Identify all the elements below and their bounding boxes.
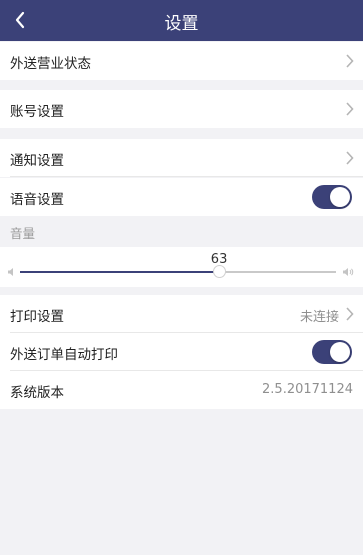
volume-caption: 音量 bbox=[10, 226, 36, 241]
toggle-knob bbox=[330, 187, 350, 207]
delivery-status-row[interactable]: 外送营业状态 bbox=[0, 42, 363, 80]
row-divider bbox=[10, 176, 363, 177]
auto-print-row: 外送订单自动打印 bbox=[0, 333, 363, 371]
system-version-value: 2.5.20171124 bbox=[262, 382, 353, 397]
volume-slider[interactable] bbox=[20, 265, 336, 278]
chevron-right-icon bbox=[346, 54, 354, 68]
auto-print-toggle[interactable] bbox=[312, 340, 352, 364]
print-settings-row[interactable]: 打印设置 未连接 bbox=[0, 295, 363, 333]
account-settings-row[interactable]: 账号设置 bbox=[0, 90, 363, 128]
volume-slider-fill bbox=[20, 271, 220, 273]
chevron-right-icon bbox=[346, 102, 354, 116]
volume-slider-block: 63 bbox=[0, 247, 363, 287]
print-settings-label: 打印设置 bbox=[10, 309, 64, 325]
volume-low-icon bbox=[8, 268, 13, 276]
system-version-row: 系统版本 2.5.20171124 bbox=[0, 371, 363, 409]
voice-toggle[interactable] bbox=[312, 185, 352, 209]
system-version-label: 系统版本 bbox=[10, 385, 64, 401]
print-status-value: 未连接 bbox=[299, 310, 339, 325]
account-settings-label: 账号设置 bbox=[10, 104, 64, 120]
notification-settings-row[interactable]: 通知设置 bbox=[0, 139, 363, 177]
volume-high-icon bbox=[343, 268, 354, 276]
toggle-knob bbox=[330, 342, 350, 362]
volume-slider-thumb[interactable] bbox=[213, 265, 227, 278]
delivery-status-label: 外送营业状态 bbox=[10, 56, 91, 72]
voice-settings-label: 语音设置 bbox=[10, 192, 64, 208]
voice-settings-row: 语音设置 bbox=[0, 178, 363, 216]
chevron-right-icon bbox=[346, 307, 354, 321]
chevron-right-icon bbox=[346, 151, 354, 165]
page-title: 设置 bbox=[164, 14, 199, 34]
nav-header: 设置 bbox=[0, 0, 363, 41]
notification-settings-label: 通知设置 bbox=[10, 153, 64, 169]
auto-print-label: 外送订单自动打印 bbox=[10, 347, 118, 363]
